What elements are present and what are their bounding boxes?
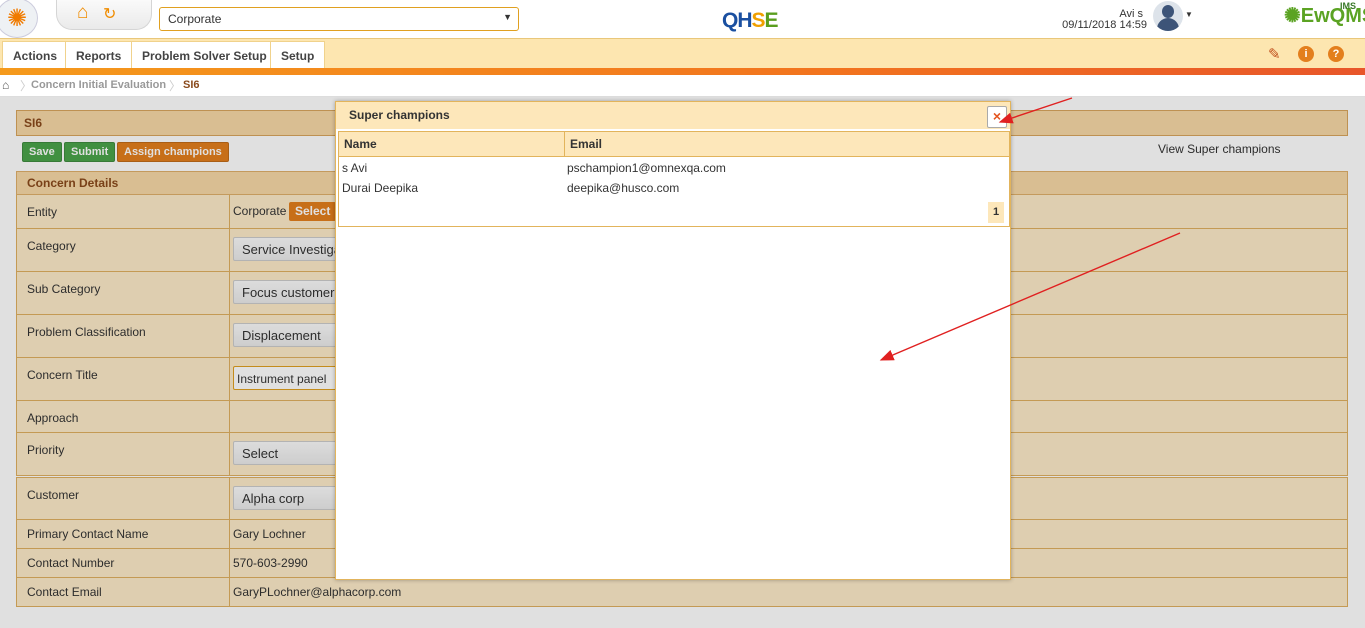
info-icon[interactable]: i	[1298, 46, 1314, 62]
pin-icon[interactable]: ✎	[1268, 45, 1281, 63]
breadcrumb-current: SI6	[183, 79, 200, 91]
page-number-button[interactable]: 1	[988, 202, 1004, 223]
menu-setup[interactable]: Setup	[270, 41, 326, 69]
cell-name: Durai Deepika	[342, 181, 419, 195]
entity-select-value: Corporate	[168, 12, 222, 26]
refresh-icon[interactable]: ↻	[103, 4, 116, 24]
table-row[interactable]: s Avi pschampion1@omnexqa.com	[339, 158, 1009, 178]
cell-name: s Avi	[342, 161, 368, 175]
qhse-logo: QHSE	[722, 9, 779, 32]
menu-problem-solver-setup[interactable]: Problem Solver Setup	[131, 41, 278, 69]
top-bar: ✺ ⌂ ↻ Corporate ▼ QHSE Avi s 09/11/2018 …	[0, 0, 1365, 38]
champions-table: Name Email s Avi pschampion1@omnexqa.com…	[338, 131, 1010, 227]
cell-email: pschampion1@omnexqa.com	[567, 161, 726, 175]
column-header-name[interactable]: Name	[339, 132, 565, 157]
home-refresh-group: ⌂ ↻	[56, 0, 152, 30]
home-icon[interactable]: ⌂	[2, 78, 9, 92]
app-logo-icon[interactable]: ✺	[0, 0, 38, 38]
current-datetime: 09/11/2018 14:59	[1062, 19, 1147, 31]
column-header-email[interactable]: Email	[565, 132, 1009, 157]
home-icon[interactable]: ⌂	[77, 2, 88, 24]
breadcrumb-separator: 〉	[169, 79, 182, 93]
dialog-title: Super champions	[336, 102, 1010, 129]
user-avatar-icon[interactable]	[1153, 1, 1183, 31]
menu-bar: Actions Reports Problem Solver Setup Set…	[0, 38, 1365, 69]
super-champions-dialog: Super champions × Name Email s Avi pscha…	[335, 101, 1011, 580]
close-icon[interactable]: ×	[987, 106, 1007, 128]
chevron-down-icon[interactable]: ▼	[1185, 10, 1193, 19]
entity-select[interactable]: Corporate ▼	[159, 7, 519, 31]
chevron-down-icon: ▼	[503, 12, 512, 22]
ewqms-logo: ✺EwQMSIMS	[1284, 1, 1365, 28]
table-row[interactable]: Durai Deepika deepika@husco.com	[339, 178, 1009, 198]
help-icon[interactable]: ?	[1328, 46, 1344, 62]
menu-actions[interactable]: Actions	[2, 41, 69, 69]
accent-strip	[0, 68, 1365, 75]
breadcrumb-concern-initial-evaluation[interactable]: Concern Initial Evaluation	[31, 79, 166, 91]
cell-email: deepika@husco.com	[567, 181, 680, 195]
table-header: Name Email	[339, 132, 1009, 157]
menu-reports[interactable]: Reports	[65, 41, 133, 69]
breadcrumb: ⌂ 〉 Concern Initial Evaluation 〉 SI6	[0, 75, 1365, 97]
